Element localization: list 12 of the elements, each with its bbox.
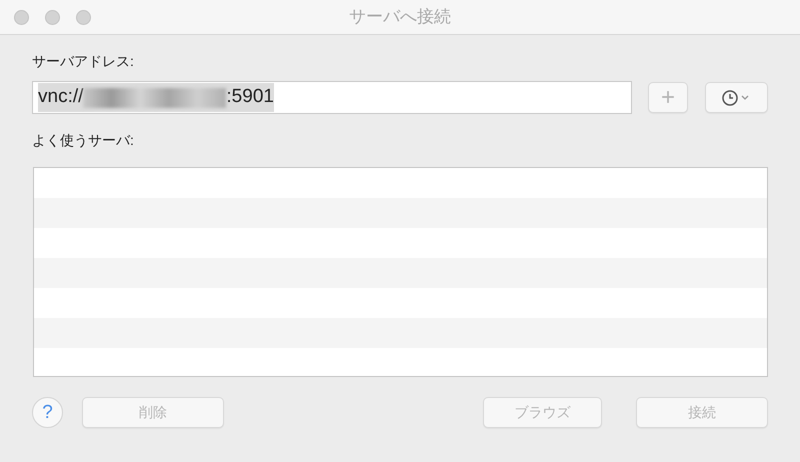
window-control-icon[interactable] bbox=[45, 10, 60, 25]
field-label: サーバアドレス: bbox=[32, 52, 134, 70]
help-button[interactable]: ? bbox=[32, 397, 63, 428]
window-control-icon[interactable] bbox=[76, 10, 91, 25]
address-value: vnc:// :5901 bbox=[38, 83, 274, 112]
list-label: よく使うサーバ: bbox=[32, 131, 134, 150]
window-control-icon[interactable] bbox=[14, 10, 29, 25]
window-title: サーバへ接続 bbox=[349, 6, 451, 28]
history-button[interactable] bbox=[705, 82, 768, 113]
server-list[interactable] bbox=[33, 167, 768, 377]
clock-icon bbox=[722, 88, 752, 106]
server-address-field[interactable]: vnc:// :5901 bbox=[32, 81, 632, 114]
